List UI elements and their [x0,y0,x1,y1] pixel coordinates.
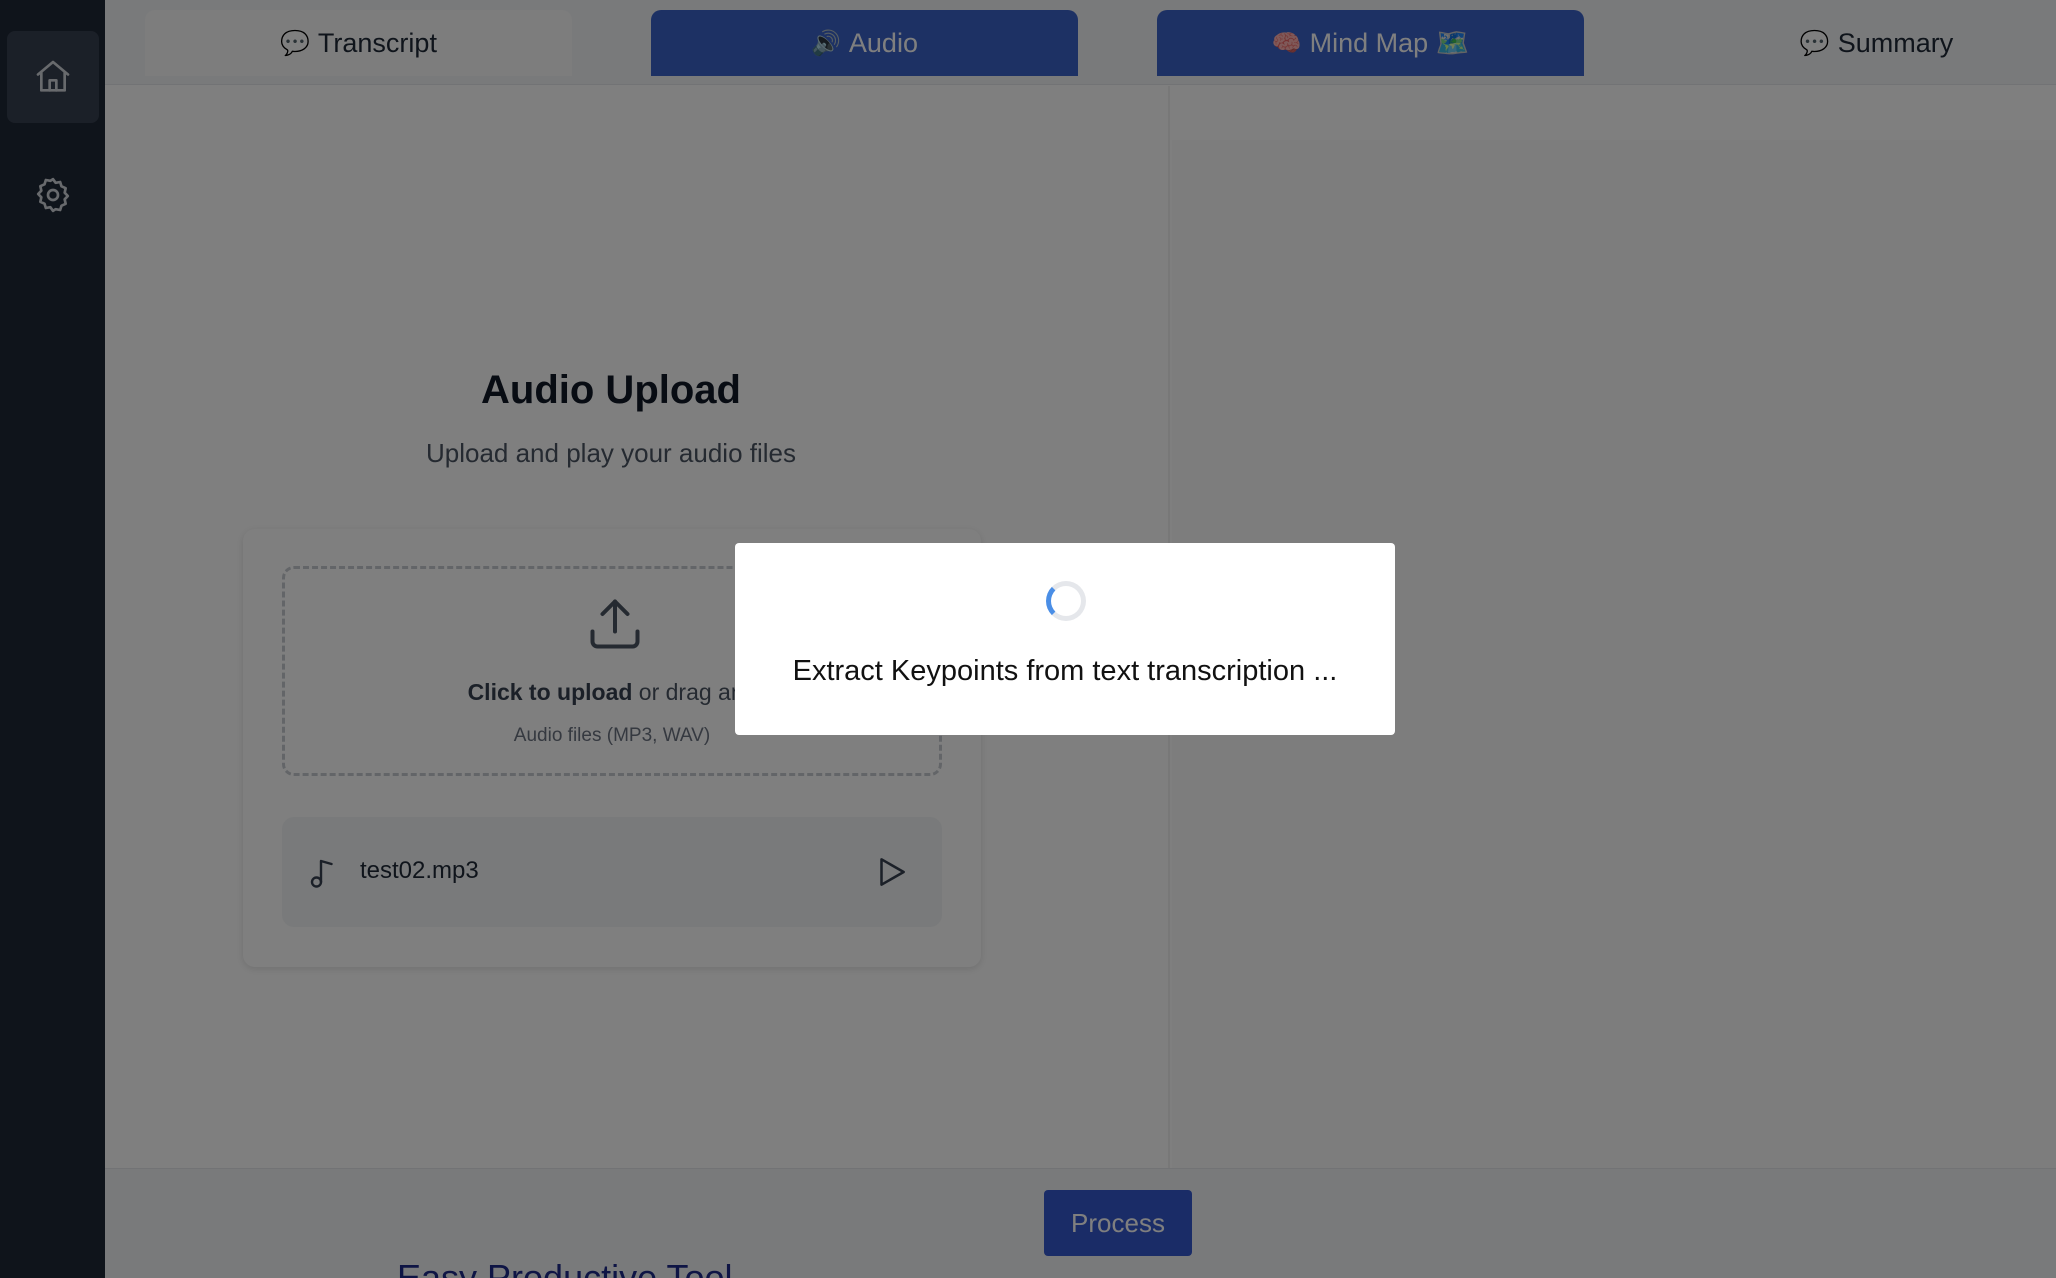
processing-message: Extract Keypoints from text transcriptio… [792,655,1338,687]
app-window: 💬 Transcript 🔊 Audio 🧠 Mind Map 🗺️ 💬 Sum… [0,0,2056,1278]
loading-spinner-icon [1046,581,1086,621]
processing-dialog: Extract Keypoints from text transcriptio… [735,543,1395,735]
